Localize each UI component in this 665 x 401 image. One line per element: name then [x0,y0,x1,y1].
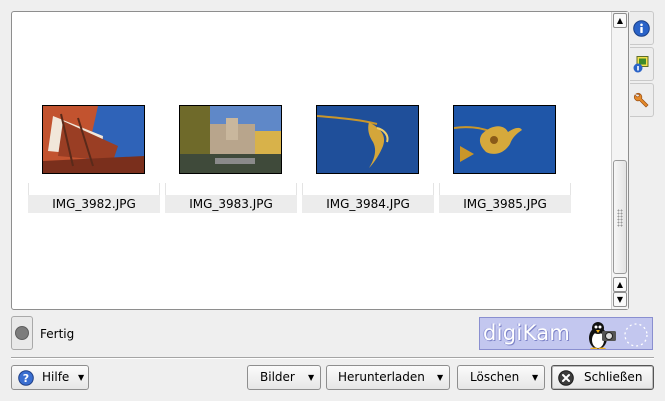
status-indicator-button[interactable] [11,316,33,350]
close-button-label: Schließen [584,370,643,384]
thumbnail-image[interactable] [453,105,556,174]
sidebar-tab-tools[interactable] [630,83,654,117]
close-button[interactable]: Schließen [551,365,654,390]
thumbnail-filename: IMG_3983.JPG [165,195,297,213]
sidebar-tab-image-properties[interactable] [630,47,654,81]
help-button[interactable]: ? Hilfe ▼ [11,365,89,390]
digikam-logo: digiKam [479,317,653,350]
sidebar-tab-info[interactable] [630,11,654,45]
chevron-down-icon: ▼ [437,373,444,382]
vertical-scrollbar[interactable]: ▲ ▲ ▼ [611,12,628,309]
image-properties-icon [633,56,649,73]
images-button-label: Bilder [260,370,295,384]
status-led-icon [15,326,29,340]
thumbnail-image[interactable] [179,105,282,174]
delete-button-label: Löschen [470,370,520,384]
delete-button[interactable]: Löschen ▼ [457,365,545,390]
camera-thumbnail-view[interactable]: IMG_3982.JPG IMG_3983.JPG IMG_3984.JPG I… [11,11,629,310]
chevron-down-icon: ▼ [308,373,315,382]
horizontal-divider [11,357,654,359]
thumbnail-image[interactable] [42,105,145,174]
tools-wrench-icon [634,93,649,108]
thumbnail-image[interactable] [316,105,419,174]
close-icon [558,370,574,386]
scroll-up-button-lower[interactable]: ▲ [613,277,627,292]
thumbnail-spacer [28,183,160,195]
help-button-label: Hilfe [42,370,70,384]
thumbnail-spacer [165,183,297,195]
grip-icon [617,209,623,227]
chevron-down-icon: ▼ [78,373,85,382]
scrollbar-handle[interactable] [613,160,627,274]
penguin-camera-icon [589,322,648,349]
thumbnail-filename: IMG_3982.JPG [28,195,160,213]
download-button-label: Herunterladen [338,370,425,384]
download-button[interactable]: Herunterladen ▼ [326,365,450,390]
info-icon [633,20,650,37]
scroll-up-button[interactable]: ▲ [613,13,627,28]
thumbnail-spacer [302,183,434,195]
images-button[interactable]: Bilder ▼ [247,365,321,390]
scroll-down-button[interactable]: ▼ [613,292,627,307]
status-text: Fertig [40,327,75,341]
chevron-down-icon: ▼ [532,373,539,382]
thumbnail-filename: IMG_3984.JPG [302,195,434,213]
help-icon: ? [18,370,34,386]
logo-text: digiKam [483,321,571,345]
thumbnail-spacer [439,183,571,195]
svg-text:?: ? [23,372,29,385]
thumbnail-filename: IMG_3985.JPG [439,195,571,213]
